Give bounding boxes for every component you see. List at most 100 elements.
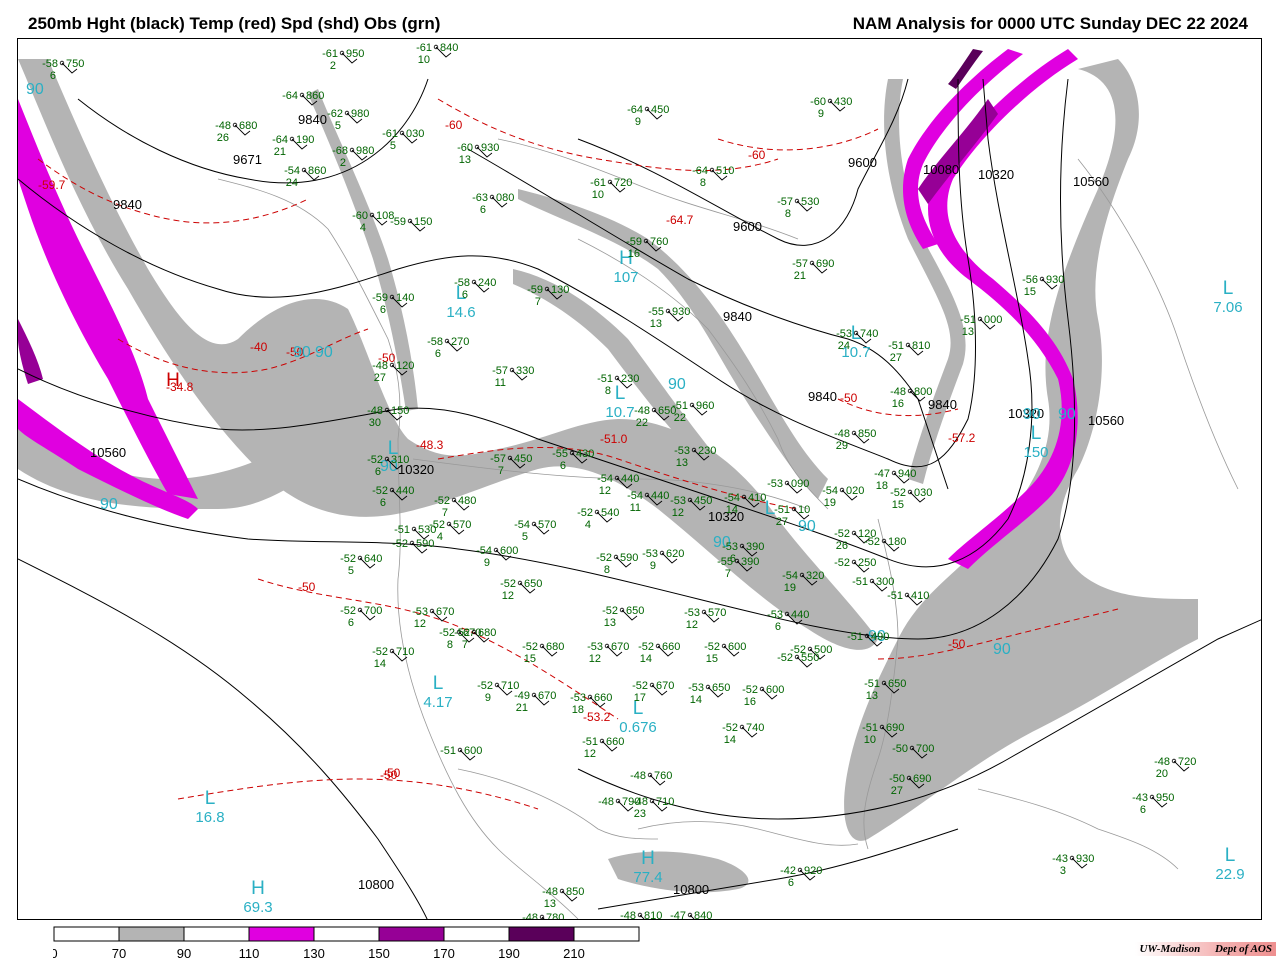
station-dewpoint-depression: 6 <box>50 70 56 82</box>
station-height: 660 <box>606 736 624 748</box>
height-label: 9840 <box>928 397 957 412</box>
station-dewpoint-depression: 29 <box>836 440 848 452</box>
station-height: 590 <box>416 538 434 550</box>
station-temperature: -57 <box>492 365 508 377</box>
legend-bin-2 <box>183 926 250 942</box>
coastline-gulf <box>637 821 859 846</box>
height-label: 9840 <box>298 112 327 127</box>
pressure-center-letter: H <box>641 848 655 869</box>
pressure-center-letter: L <box>1225 845 1236 866</box>
station-temperature: -52 <box>372 646 388 658</box>
temperature-label: -51.0 <box>600 432 628 446</box>
station-dewpoint-depression: 6 <box>462 289 468 301</box>
station-dewpoint-depression: 14 <box>690 694 702 706</box>
station-temperature: -48 <box>634 405 650 417</box>
station-dewpoint-depression: 12 <box>589 653 601 665</box>
wind-speed-label: 90 <box>315 344 333 361</box>
station-height: 600 <box>464 745 482 757</box>
station-temperature: -48 <box>890 386 906 398</box>
station-temperature: -64 <box>282 90 298 102</box>
station-height: 960 <box>696 400 714 412</box>
station-observation: -57 330 11 <box>492 365 534 389</box>
station-dewpoint-depression: 12 <box>502 590 514 602</box>
weather-map: 9840 9671 9840 9600 9840 10080 10320 10560 9600 9… <box>17 38 1262 920</box>
station-temperature: -52 <box>392 538 408 550</box>
pressure-center-value: 0.676 <box>619 719 657 736</box>
station-temperature: -54 <box>782 570 798 582</box>
station-dewpoint-depression: 10 <box>592 189 604 201</box>
station-temperature: -52 <box>632 680 648 692</box>
legend-bin-8 <box>573 926 640 942</box>
station-height: 740 <box>860 328 878 340</box>
station-dewpoint-depression: 13 <box>650 318 662 330</box>
station-dewpoint-depression: 13 <box>676 457 688 469</box>
station-dewpoint-depression: 10 <box>864 734 876 746</box>
station-observation: -61 030 5 <box>382 128 424 152</box>
station-dewpoint-depression: 14 <box>726 504 738 516</box>
station-temperature: -58 <box>427 336 443 348</box>
station-height: 810 <box>912 340 930 352</box>
station-dewpoint-depression: 19 <box>784 582 796 594</box>
temperature-label: -40 <box>250 340 268 354</box>
station-height: 590 <box>620 552 638 564</box>
station-height: 410 <box>748 492 766 504</box>
wind-speed-label: 90 <box>798 518 816 535</box>
wind-speed-label: 90 <box>1058 406 1076 423</box>
station-observation: -48 710 23 <box>632 796 674 820</box>
legend-tick-3: 110 <box>239 946 260 960</box>
station-dewpoint-depression: 30 <box>369 417 381 429</box>
pressure-center-value: 14.6 <box>446 304 475 321</box>
station-temperature: -48 <box>542 886 558 898</box>
station-height: 850 <box>566 886 584 898</box>
station-observation: -52 590 <box>392 538 434 554</box>
station-temperature: -52 <box>522 641 538 653</box>
station-temperature: -50 <box>889 773 905 785</box>
station-height: 300 <box>876 576 894 588</box>
temp-contour-minus50-southwest <box>177 778 539 810</box>
station-observation: -61 950 2 <box>322 48 364 72</box>
legend-color-bins <box>53 926 640 942</box>
station-temperature: -64 <box>272 134 288 146</box>
station-height: 430 <box>834 96 852 108</box>
station-height: 810 <box>644 910 662 920</box>
station-observation: -48 850 29 <box>834 428 876 452</box>
station-observation: -52 650 12 <box>500 578 542 602</box>
chart-title: 250mb Hght (black) Temp (red) Spd (shd) … <box>28 14 441 33</box>
station-temperature: -51 <box>852 576 868 588</box>
station-temperature: -60 <box>457 142 473 154</box>
station-height: 130 <box>551 284 569 296</box>
legend-tick-5: 150 <box>368 946 390 960</box>
legend-tick-6: 170 <box>433 946 455 960</box>
station-temperature: -61 <box>590 177 606 189</box>
station-height: 650 <box>626 605 644 617</box>
station-observation: -52 680 7 <box>454 627 496 651</box>
station-height: 860 <box>306 90 324 102</box>
pressure-center-value: 107 <box>613 269 638 286</box>
station-temperature: -52 <box>704 641 720 653</box>
station-observation: -52 700 6 <box>340 605 382 629</box>
station-observation: -59 150 <box>390 216 432 232</box>
station-temperature: -52 <box>638 641 654 653</box>
legend-bin-6 <box>443 926 510 942</box>
station-temperature: -68 <box>332 145 348 157</box>
station-height: 750 <box>66 58 84 70</box>
station-temperature: -61 <box>382 128 398 140</box>
station-height: 690 <box>913 773 931 785</box>
station-observation: -48 850 13 <box>542 886 584 910</box>
station-dewpoint-depression: 9 <box>485 692 491 704</box>
temperature-label: -48.3 <box>416 438 444 452</box>
pressure-center-value: 4.17 <box>423 694 452 711</box>
station-dewpoint-depression: 26 <box>836 540 848 552</box>
station-dewpoint-depression: 6 <box>480 204 486 216</box>
station-height: 740 <box>746 722 764 734</box>
station-dewpoint-depression: 6 <box>788 877 794 889</box>
station-temperature: -48 <box>598 796 614 808</box>
station-dewpoint-depression: 18 <box>876 480 888 492</box>
pressure-center-letter: L <box>1223 278 1234 299</box>
pressure-center-value: 77.4 <box>633 869 662 886</box>
station-height: 690 <box>816 258 834 270</box>
station-height: 860 <box>308 165 326 177</box>
pressure-center-value: 69.3 <box>243 899 272 916</box>
height-label: 10560 <box>90 445 126 460</box>
station-dewpoint-depression: 6 <box>348 617 354 629</box>
